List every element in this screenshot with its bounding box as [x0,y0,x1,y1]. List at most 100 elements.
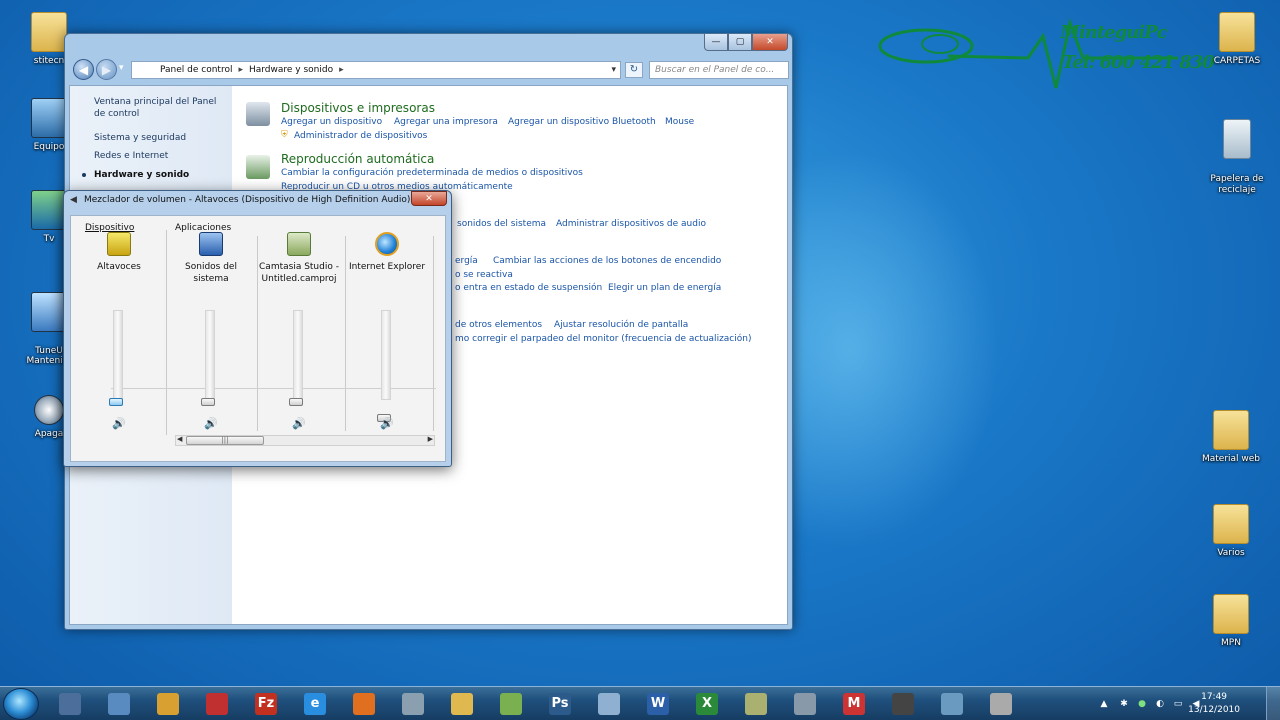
show-desktop-button[interactable] [1266,687,1280,720]
maximize-button[interactable]: ▢ [728,34,752,51]
taskbar-app-paint[interactable] [148,690,188,718]
mute-speaker-icon[interactable]: 🔊 [380,418,394,430]
desktop-icon-varios[interactable]: Varios [1191,504,1271,558]
link-refresh-rate[interactable]: mo corregir el parpadeo del monitor (fre… [455,334,751,344]
taskbar-app-excel[interactable]: X [687,690,727,718]
media-icon [892,693,914,715]
desktop-icon-recycle-bin[interactable]: Papelera de reciclaje [1197,108,1277,207]
link-power-plan[interactable]: Elegir un plan de energía [608,283,721,293]
taskbar-app-network[interactable] [932,690,972,718]
volume-slider-thumb[interactable] [289,398,303,406]
section-heading-autoplay[interactable]: Reproducción automática [281,152,434,166]
channel-system-sounds: Sonidos del sistema 🔊 [168,230,254,430]
search-input[interactable]: Buscar en el Panel de co... [649,61,789,79]
clock[interactable]: 17:49 13/12/2010 [1188,691,1240,717]
channel-name: Sonidos del sistema [185,262,237,284]
show-hidden-icons[interactable]: ▲ [1098,698,1110,710]
folder-icon [1213,594,1249,634]
close-button[interactable]: ✕ [411,191,447,206]
taskbar-app-lock[interactable] [50,690,90,718]
speakers-icon[interactable] [107,232,131,256]
desktop-icon-material-web[interactable]: Material web [1191,410,1271,464]
link-autoplay-defaults[interactable]: Cambiar la configuración predeterminada … [281,168,583,178]
link-power[interactable]: ergía [455,256,478,266]
link-add-device[interactable]: Agregar un dispositivo [281,117,382,127]
link-system-sounds[interactable]: sonidos del sistema [457,219,546,229]
link-device-manager[interactable]: Administrador de dispositivos [294,131,427,141]
taskbar-app-opera[interactable] [197,690,237,718]
minimize-button[interactable]: — [704,34,728,51]
desktop-icon-carpetas[interactable]: CARPETAS [1197,12,1277,66]
breadcrumb-separator: ▸ [238,65,243,75]
volume-slider-thumb[interactable] [109,398,123,406]
tuneup-icon [31,292,67,332]
start-button[interactable] [3,688,39,720]
address-bar[interactable]: Panel de control ▸ Hardware y sonido ▸ ▾ [131,61,621,79]
horizontal-scrollbar[interactable]: ◀ ||| ▶ [175,435,435,446]
sync-icon[interactable]: ◐ [1154,698,1166,710]
taskbar-app-filezilla[interactable]: Fz [246,690,286,718]
left-pane-link-network[interactable]: Redes e Internet [94,150,229,162]
taskbar-app-calculator[interactable] [785,690,825,718]
link-power-buttons[interactable]: Cambiar las acciones de los botones de e… [493,256,721,266]
mute-speaker-icon[interactable]: 🔊 [112,418,126,430]
taskbar-app-camtasia[interactable] [736,690,776,718]
taskbar-app-camtasia-recorder[interactable] [491,690,531,718]
camtasia-icon[interactable] [287,232,311,256]
speaker-small-icon: ◀ [70,195,77,205]
left-pane-link-home[interactable]: Ventana principal del Panel de control [94,96,229,120]
back-button[interactable]: ◀ [73,59,94,80]
window-titlebar[interactable]: — ▢ ✕ [65,34,792,54]
scroll-left-arrow-icon[interactable]: ◀ [177,435,182,443]
left-pane-link-hardware[interactable]: Hardware y sonido [82,169,229,181]
channel-name: Camtasia Studio - Untitled.camproj [259,262,339,284]
breadcrumb-item[interactable]: Panel de control [160,65,232,75]
volume-slider-thumb[interactable] [201,398,215,406]
link-add-printer[interactable]: Agregar una impresora [394,117,498,127]
channel-name: Altavoces [97,262,141,272]
forward-button[interactable]: ▶ [96,59,117,80]
taskbar-app-media[interactable] [883,690,923,718]
link-mouse[interactable]: Mouse [665,117,694,127]
taskbar-app-folder[interactable] [442,690,482,718]
taskbar-app-photoshop[interactable]: Ps [540,690,580,718]
taskbar-app-tiles[interactable] [99,690,139,718]
refresh-button[interactable]: ↻ [625,62,643,78]
taskbar-app-cd[interactable] [981,690,1021,718]
address-dropdown-icon[interactable]: ▾ [611,62,616,78]
link-text-size[interactable]: de otros elementos [455,320,542,330]
recent-pages-dropdown[interactable]: ▾ [119,63,124,73]
section-heading-devices[interactable]: Dispositivos e impresoras [281,101,435,115]
volume-slider-track[interactable] [113,310,123,400]
user-folder-icon [31,12,67,52]
close-button[interactable]: ✕ [752,34,788,51]
internet-explorer-icon[interactable] [375,232,399,256]
link-add-bluetooth[interactable]: Agregar un dispositivo Bluetooth [508,117,656,127]
taskbar-app-firefox[interactable] [344,690,384,718]
link-sleep[interactable]: o entra en estado de suspensión [455,283,602,293]
status-icon[interactable]: ● [1136,698,1148,710]
scroll-right-arrow-icon[interactable]: ▶ [428,435,433,443]
mute-speaker-icon[interactable]: 🔊 [292,418,306,430]
scrollbar-thumb[interactable]: ||| [186,436,264,445]
autoplay-icon [246,155,270,179]
network-icon[interactable]: ▭ [1172,698,1184,710]
taskbar-app-app[interactable] [589,690,629,718]
mute-speaker-icon[interactable]: 🔊 [204,418,218,430]
breadcrumb-item[interactable]: Hardware y sonido [249,65,333,75]
taskbar-app-ie[interactable]: e [295,690,335,718]
left-pane-link-security[interactable]: Sistema y seguridad [94,132,229,144]
taskbar-app-gmail[interactable]: M [834,690,874,718]
link-wake[interactable]: o se reactiva [455,270,513,280]
bluetooth-icon[interactable]: ✱ [1118,698,1130,710]
taskbar-app-people[interactable] [393,690,433,718]
system-sounds-icon[interactable] [199,232,223,256]
taskbar-app-word[interactable]: W [638,690,678,718]
desktop-icon-mpn[interactable]: MPN [1191,594,1271,648]
link-resolution[interactable]: Ajustar resolución de pantalla [554,320,688,330]
volume-slider-track[interactable] [293,310,303,400]
link-manage-audio[interactable]: Administrar dispositivos de audio [556,219,706,229]
volume-slider-track[interactable] [381,310,391,400]
volume-slider-track[interactable] [205,310,215,400]
folder-icon [1213,410,1249,450]
